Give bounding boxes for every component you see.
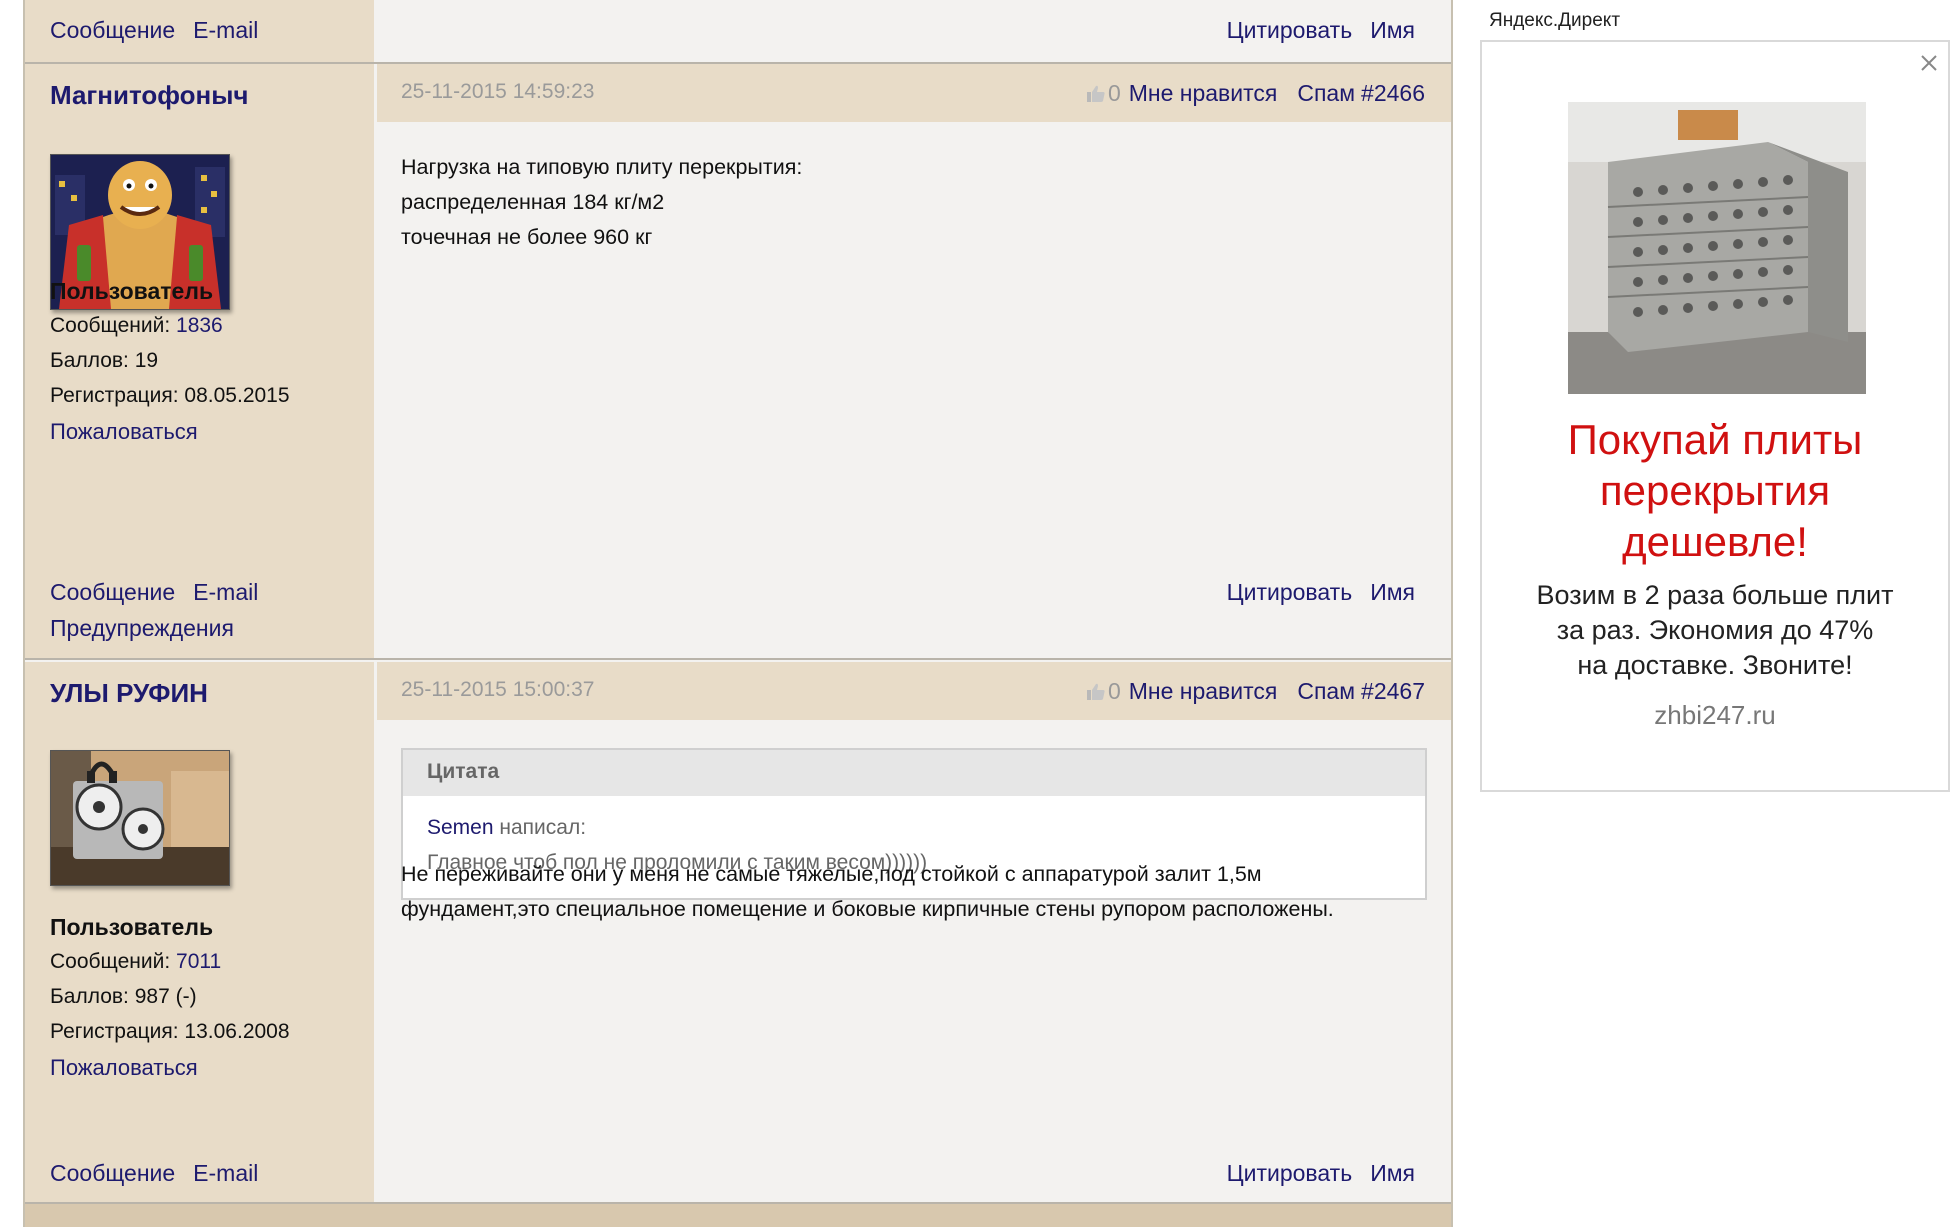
points: Баллов: 19 xyxy=(50,349,159,372)
previous-post-footer: Сообщение E-mail Цитировать Имя xyxy=(25,0,1451,62)
ad-text-line: за раз. Экономия до 47% xyxy=(1556,615,1874,645)
name-link[interactable]: Имя xyxy=(1370,1160,1415,1186)
post-text-line: точечная не более 960 кг xyxy=(401,225,653,249)
post-number-link[interactable]: #2467 xyxy=(1361,678,1425,705)
quote-link[interactable]: Цитировать xyxy=(1227,17,1353,43)
post-footer-right-links: Цитировать Имя xyxy=(1227,1160,1415,1187)
post-content: 25-11-2015 14:59:23 0 Мне нравится Спам … xyxy=(377,64,1451,660)
like-button[interactable]: Мне нравится xyxy=(1129,678,1278,705)
message-count-link[interactable]: 1836 xyxy=(176,314,223,337)
message-link[interactable]: Сообщение xyxy=(50,1160,175,1186)
ad-block[interactable]: Покупай плиты перекрытия дешевле! Возим … xyxy=(1480,40,1950,792)
quote-title: Цитата xyxy=(403,750,1425,796)
close-icon[interactable] xyxy=(1920,48,1938,79)
quote-link[interactable]: Цитировать xyxy=(1227,579,1353,605)
post-header: 25-11-2015 14:59:23 0 Мне нравится Спам … xyxy=(377,64,1451,122)
post-text: Не переживайте они у меня не самые тяжел… xyxy=(401,857,1334,927)
forum-post: 25-11-2015 15:00:37 0 Мне нравится Спам … xyxy=(25,662,1451,1202)
message-link[interactable]: Сообщение xyxy=(50,17,175,43)
prev-footer-right-links: Цитировать Имя xyxy=(1227,17,1415,44)
forum-thread: Сообщение E-mail Цитировать Имя 25-11-2015… xyxy=(23,0,1453,1227)
message-count-link[interactable]: 7011 xyxy=(176,950,221,973)
message-count: Сообщений: 1836 xyxy=(50,314,223,338)
thumbs-up-icon[interactable] xyxy=(1086,682,1106,702)
user-role: Пользователь xyxy=(50,278,214,304)
name-link[interactable]: Имя xyxy=(1370,17,1415,43)
ad-title-line: Покупай плиты xyxy=(1567,416,1863,463)
ad-text-line: на доставке. Звоните! xyxy=(1577,650,1853,680)
thumbs-up-icon[interactable] xyxy=(1086,84,1106,104)
warnings-link-wrap: Предупреждения xyxy=(50,615,234,642)
quote-attribution: Semen написал: xyxy=(427,810,1401,845)
forum-post: 25-11-2015 14:59:23 0 Мне нравится Спам … xyxy=(25,64,1451,660)
ad-label[interactable]: Яндекс.Директ xyxy=(1489,10,1620,32)
quote-wrote: написал: xyxy=(499,816,587,839)
message-count-label: Сообщений: xyxy=(50,950,171,973)
points: Баллов: 987 (-) xyxy=(50,985,197,1008)
post-text-line: Не переживайте они у меня не самые тяжел… xyxy=(401,862,1262,886)
registration-date: Регистрация: 13.06.2008 xyxy=(50,1020,290,1043)
post-date: 25-11-2015 15:00:37 xyxy=(401,678,595,701)
like-button[interactable]: Мне нравится xyxy=(1129,80,1278,107)
spam-button[interactable]: Спам xyxy=(1297,80,1355,107)
ad-title[interactable]: Покупай плиты перекрытия дешевле! xyxy=(1482,414,1948,567)
ad-domain-link[interactable]: zhbi247.ru xyxy=(1482,700,1948,731)
ad-image[interactable] xyxy=(1568,102,1866,394)
post-header: 25-11-2015 15:00:37 0 Мне нравится Спам … xyxy=(377,662,1451,720)
like-count: 0 xyxy=(1107,80,1121,106)
email-link[interactable]: E-mail xyxy=(193,17,258,43)
post-text-line: фундамент,это специальное помещение и бо… xyxy=(401,897,1334,921)
warnings-link[interactable]: Предупреждения xyxy=(50,615,234,641)
email-link[interactable]: E-mail xyxy=(193,579,258,605)
avatar-image xyxy=(51,751,229,885)
post-divider xyxy=(25,658,1451,660)
message-count-label: Сообщений: xyxy=(50,314,171,337)
post-text-line: распределенная 184 кг/м2 xyxy=(401,190,665,214)
post-text-line: Нагрузка на типовую плиту перекрытия: xyxy=(401,155,803,179)
user-role: Пользователь xyxy=(50,914,214,940)
like-count: 0 xyxy=(1107,678,1121,704)
spam-button[interactable]: Спам xyxy=(1297,678,1355,705)
name-link[interactable]: Имя xyxy=(1370,579,1415,605)
message-count: Сообщений: 7011 xyxy=(50,950,221,974)
next-post-header xyxy=(25,1204,1451,1227)
post-footer-left-links: Сообщение E-mail xyxy=(50,579,258,606)
ad-text-line: Возим в 2 раза больше плит xyxy=(1536,580,1894,610)
prev-footer-left-links: Сообщение E-mail xyxy=(50,17,258,44)
ad-text: Возим в 2 раза больше плит за раз. Эконо… xyxy=(1482,578,1948,683)
quote-link[interactable]: Цитировать xyxy=(1227,1160,1353,1186)
post-footer-right-links: Цитировать Имя xyxy=(1227,579,1415,606)
post-text: Нагрузка на типовую плиту перекрытия: ра… xyxy=(401,150,802,255)
post-content: 25-11-2015 15:00:37 0 Мне нравится Спам … xyxy=(377,662,1451,1202)
avatar[interactable] xyxy=(50,750,230,886)
registration-date: Регистрация: 08.05.2015 xyxy=(50,384,290,407)
ad-title-line: дешевле! xyxy=(1622,518,1808,565)
post-footer-left-links: Сообщение E-mail xyxy=(50,1160,258,1187)
email-link[interactable]: E-mail xyxy=(193,1160,258,1186)
post-actions: 0 Мне нравится Спам #2467 xyxy=(1086,678,1425,705)
author-name-link[interactable]: УЛЫ РУФИН xyxy=(50,678,208,709)
author-name-link[interactable]: Магнитофоныч xyxy=(50,80,249,111)
ad-title-line: перекрытия xyxy=(1599,467,1831,514)
post-number-link[interactable]: #2466 xyxy=(1361,80,1425,107)
post-actions: 0 Мне нравится Спам #2466 xyxy=(1086,80,1425,107)
message-link[interactable]: Сообщение xyxy=(50,579,175,605)
report-link[interactable]: Пожаловаться xyxy=(50,1055,198,1081)
report-link[interactable]: Пожаловаться xyxy=(50,419,198,445)
quote-author-link[interactable]: Semen xyxy=(427,816,494,839)
post-date: 25-11-2015 14:59:23 xyxy=(401,80,595,103)
